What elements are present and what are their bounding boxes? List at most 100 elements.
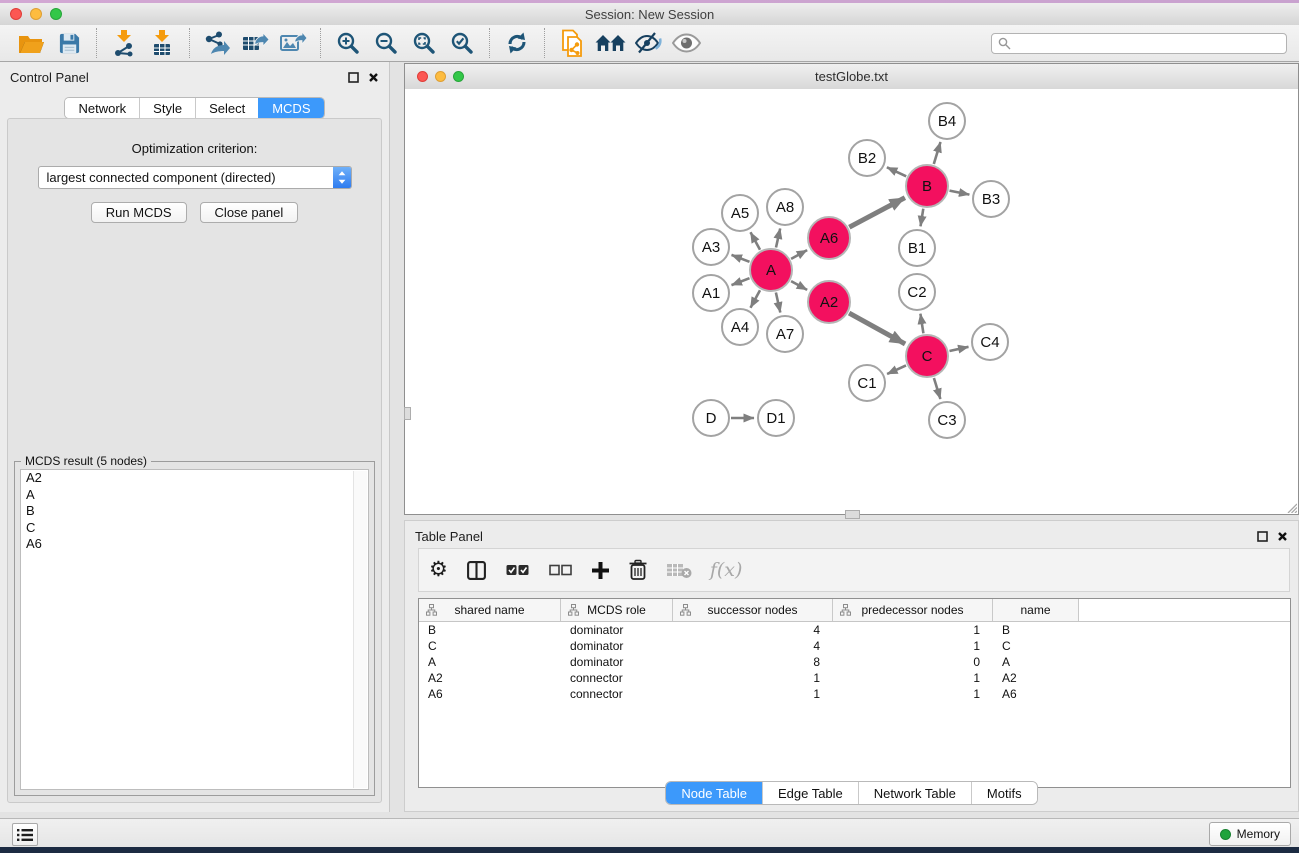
node-C3[interactable]: C3 — [929, 402, 965, 438]
tab-motifs[interactable]: Motifs — [971, 782, 1037, 804]
import-table-button[interactable] — [145, 27, 179, 59]
edge-A-A5[interactable] — [751, 232, 761, 250]
table-row-a6[interactable]: A6connector11A6 — [419, 686, 1290, 702]
edge-B-B4[interactable] — [934, 142, 941, 164]
zoom-in-button[interactable] — [331, 27, 365, 59]
open-session-button[interactable] — [14, 27, 48, 59]
edge-C-C4[interactable] — [950, 347, 969, 351]
node-A5[interactable]: A5 — [722, 195, 758, 231]
tab-network[interactable]: Network — [65, 98, 139, 118]
close-panel-icon[interactable] — [368, 72, 379, 83]
edge-B-B2[interactable] — [887, 167, 906, 176]
edge-A-A2[interactable] — [791, 281, 807, 290]
create-column-button[interactable] — [591, 561, 610, 580]
node-A1[interactable]: A1 — [693, 275, 729, 311]
node-B2[interactable]: B2 — [849, 140, 885, 176]
edge-B-B3[interactable] — [950, 191, 970, 195]
node-A8[interactable]: A8 — [767, 189, 803, 225]
resize-grip-icon[interactable] — [1285, 501, 1297, 513]
edge-A-A6[interactable] — [791, 250, 807, 259]
node-C2[interactable]: C2 — [899, 274, 935, 310]
node-A3[interactable]: A3 — [693, 229, 729, 265]
node-C[interactable]: C — [906, 335, 948, 377]
result-item-a2[interactable]: A2 — [21, 470, 368, 487]
node-D1[interactable]: D1 — [758, 400, 794, 436]
network-window-titlebar[interactable]: testGlobe.txt — [405, 64, 1298, 90]
edge-A-A4[interactable] — [751, 290, 761, 308]
column-header-shared-name[interactable]: shared name — [419, 599, 561, 621]
node-A4[interactable]: A4 — [722, 309, 758, 345]
show-graphics-details-button[interactable] — [631, 27, 665, 59]
tab-select[interactable]: Select — [195, 98, 258, 118]
zoom-fit-button[interactable] — [407, 27, 441, 59]
result-item-b[interactable]: B — [21, 503, 368, 520]
edge-C-C3[interactable] — [934, 378, 941, 399]
tab-mcds[interactable]: MCDS — [258, 98, 323, 118]
result-item-a[interactable]: A — [21, 487, 368, 504]
table-row-a[interactable]: Adominator80A — [419, 654, 1290, 670]
delete-column-button[interactable] — [628, 559, 648, 581]
edge-A-A1[interactable] — [732, 278, 750, 285]
duplicate-network-view-button[interactable] — [555, 27, 589, 59]
search-input[interactable] — [1016, 35, 1280, 51]
close-panel-button[interactable]: Close panel — [200, 202, 299, 223]
column-header-mcds-role[interactable]: MCDS role — [561, 599, 673, 621]
column-header-name[interactable]: name — [993, 599, 1079, 621]
node-C1[interactable]: C1 — [849, 365, 885, 401]
table-row-b[interactable]: Bdominator41B — [419, 622, 1290, 638]
tab-node-table[interactable]: Node Table — [666, 782, 762, 804]
edge-A-A8[interactable] — [776, 229, 780, 248]
select-all-button[interactable] — [505, 563, 530, 577]
table-row-a2[interactable]: A2connector11A2 — [419, 670, 1290, 686]
tab-edge-table[interactable]: Edge Table — [762, 782, 858, 804]
node-D[interactable]: D — [693, 400, 729, 436]
node-A6[interactable]: A6 — [808, 217, 850, 259]
refresh-view-button[interactable] — [500, 27, 534, 59]
memory-button[interactable]: Memory — [1209, 822, 1291, 846]
result-item-c[interactable]: C — [21, 520, 368, 537]
save-session-button[interactable] — [52, 27, 86, 59]
bottom-edge-grip[interactable] — [845, 510, 860, 519]
float-panel-icon[interactable] — [1257, 531, 1268, 542]
edge-B-B1[interactable] — [921, 209, 924, 227]
network-canvas[interactable]: A A1 A2 A3 A4 A5 A6 A7 A8 B B1 B2 B3 B4 C C1 C2 C3 C4 D D1 — [405, 89, 1298, 514]
node-B4[interactable]: B4 — [929, 103, 965, 139]
edge-A2-C[interactable] — [849, 313, 905, 344]
export-image-button[interactable] — [276, 27, 310, 59]
zoom-selected-button[interactable] — [445, 27, 479, 59]
search-field[interactable] — [991, 33, 1287, 54]
edge-C-C2[interactable] — [920, 314, 923, 334]
edge-A6-B[interactable] — [849, 198, 905, 228]
close-panel-icon[interactable] — [1277, 531, 1288, 542]
deselect-all-button[interactable] — [548, 563, 573, 577]
show-columns-button[interactable] — [466, 560, 487, 581]
export-table-button[interactable] — [238, 27, 272, 59]
result-list-scrollbar[interactable] — [353, 471, 367, 788]
delete-table-button[interactable] — [666, 561, 692, 579]
edge-A-A3[interactable] — [732, 255, 750, 262]
node-C4[interactable]: C4 — [972, 324, 1008, 360]
tab-network-table[interactable]: Network Table — [858, 782, 971, 804]
node-B3[interactable]: B3 — [973, 181, 1009, 217]
table-row-c[interactable]: Cdominator41C — [419, 638, 1290, 654]
zoom-out-button[interactable] — [369, 27, 403, 59]
home-button[interactable] — [593, 27, 627, 59]
left-edge-grip[interactable] — [404, 407, 411, 420]
node-B1[interactable]: B1 — [899, 230, 935, 266]
run-mcds-button[interactable]: Run MCDS — [91, 202, 187, 223]
table-settings-button[interactable]: ⚙ — [429, 560, 448, 580]
import-network-button[interactable] — [107, 27, 141, 59]
show-panels-button[interactable] — [12, 823, 38, 846]
column-header-successor-nodes[interactable]: successor nodes — [673, 599, 833, 621]
node-A[interactable]: A — [750, 249, 792, 291]
tab-style[interactable]: Style — [139, 98, 195, 118]
edge-C-C1[interactable] — [887, 365, 906, 374]
result-item-a6[interactable]: A6 — [21, 536, 368, 553]
node-A7[interactable]: A7 — [767, 316, 803, 352]
function-builder-button[interactable]: f(x) — [710, 559, 743, 581]
birds-eye-view-button[interactable] — [669, 27, 703, 59]
float-panel-icon[interactable] — [348, 72, 359, 83]
node-A2[interactable]: A2 — [808, 281, 850, 323]
criterion-select[interactable]: largest connected component (directed) — [38, 166, 352, 189]
node-B[interactable]: B — [906, 165, 948, 207]
